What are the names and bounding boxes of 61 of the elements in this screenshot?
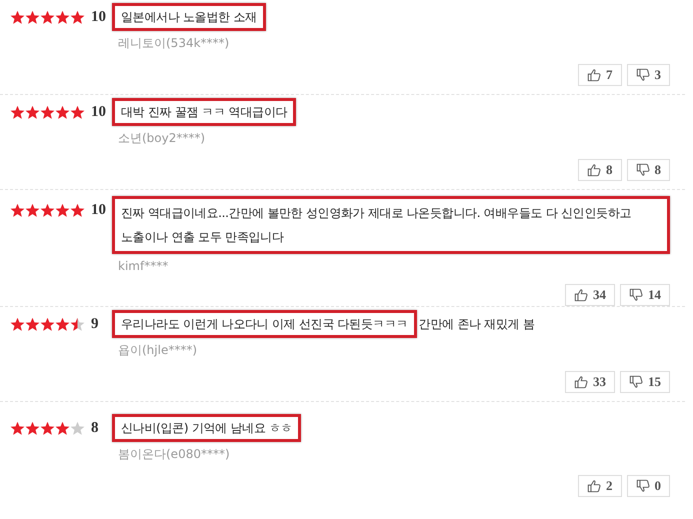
author-name: 봄이온다(e080****) xyxy=(117,446,231,462)
star-icon xyxy=(10,316,25,332)
star-icon xyxy=(10,104,25,120)
thumbs-up-icon xyxy=(587,163,601,177)
star-icon xyxy=(55,202,70,218)
author-name: kimf**** xyxy=(117,258,170,274)
like-button[interactable]: 34 xyxy=(565,284,615,306)
star-icon xyxy=(10,10,25,24)
highlighted-comment: 신나비(입콘) 기억에 남네요 ㅎㅎ xyxy=(112,414,302,442)
star-icon xyxy=(40,316,55,332)
thumbs-down-icon xyxy=(636,479,650,493)
highlighted-comment: 진짜 역대급이네요...간만에 볼만한 성인영화가 제대로 나온듯합니다. 여배우들도 다 신인인듯하고 노출이나 연출 모두 만족입니다 xyxy=(112,196,670,254)
star-icon xyxy=(55,420,70,436)
star-icon xyxy=(70,10,85,24)
thumbs-down-icon xyxy=(629,375,643,389)
star-icon xyxy=(40,104,55,120)
author-name: 욥이(hjle****) xyxy=(117,342,198,358)
star-icon xyxy=(40,10,55,24)
star-icon xyxy=(70,202,85,218)
author-name: 소년(boy2****) xyxy=(117,130,206,146)
star-icon xyxy=(10,420,25,436)
star-icon xyxy=(70,316,85,332)
star-icon xyxy=(70,104,85,120)
star-icon xyxy=(25,104,40,120)
dislike-button[interactable]: 8 xyxy=(626,159,670,181)
like-button[interactable]: 7 xyxy=(578,64,622,86)
score: 10 xyxy=(91,8,106,26)
dislike-button[interactable]: 0 xyxy=(626,475,670,497)
comment-text: 간만에 존나 재밌게 봄 xyxy=(418,317,535,331)
thumbs-up-icon xyxy=(587,479,601,493)
star-icon xyxy=(25,316,40,332)
dislike-button[interactable]: 3 xyxy=(626,64,670,86)
star-icon xyxy=(25,10,40,24)
thumbs-down-icon xyxy=(636,68,650,82)
star-icon xyxy=(55,316,70,332)
star-icon xyxy=(55,104,70,120)
thumbs-up-icon xyxy=(587,68,601,82)
like-button[interactable]: 2 xyxy=(578,475,622,497)
highlighted-comment: 대박 진짜 꿀잼 ㅋㅋ 역대급이다 xyxy=(112,98,296,126)
star-icon xyxy=(55,10,70,24)
dislike-button[interactable]: 14 xyxy=(620,284,670,306)
dislike-button[interactable]: 15 xyxy=(620,371,670,393)
score: 9 xyxy=(91,316,98,332)
like-button[interactable]: 33 xyxy=(565,371,615,393)
star-icon xyxy=(40,420,55,436)
score: 8 xyxy=(91,420,98,436)
thumbs-down-icon xyxy=(629,288,643,302)
star-icon xyxy=(40,202,55,218)
star-icon xyxy=(70,420,85,436)
star-icon xyxy=(10,202,25,218)
star-icon xyxy=(25,420,40,436)
highlighted-comment: 우리나라도 이런게 나오다니 이제 선진국 다된듯ㅋㅋㅋ xyxy=(112,310,417,338)
thumbs-up-icon xyxy=(574,375,588,389)
score: 10 xyxy=(91,202,106,218)
thumbs-down-icon xyxy=(636,163,650,177)
score: 10 xyxy=(91,104,106,120)
star-icon xyxy=(25,202,40,218)
highlighted-comment: 일본에서나 노올법한 소재 xyxy=(112,3,266,31)
author-name: 레니토이(534k****) xyxy=(117,35,230,51)
thumbs-up-icon xyxy=(574,288,588,302)
like-button[interactable]: 8 xyxy=(578,159,622,181)
